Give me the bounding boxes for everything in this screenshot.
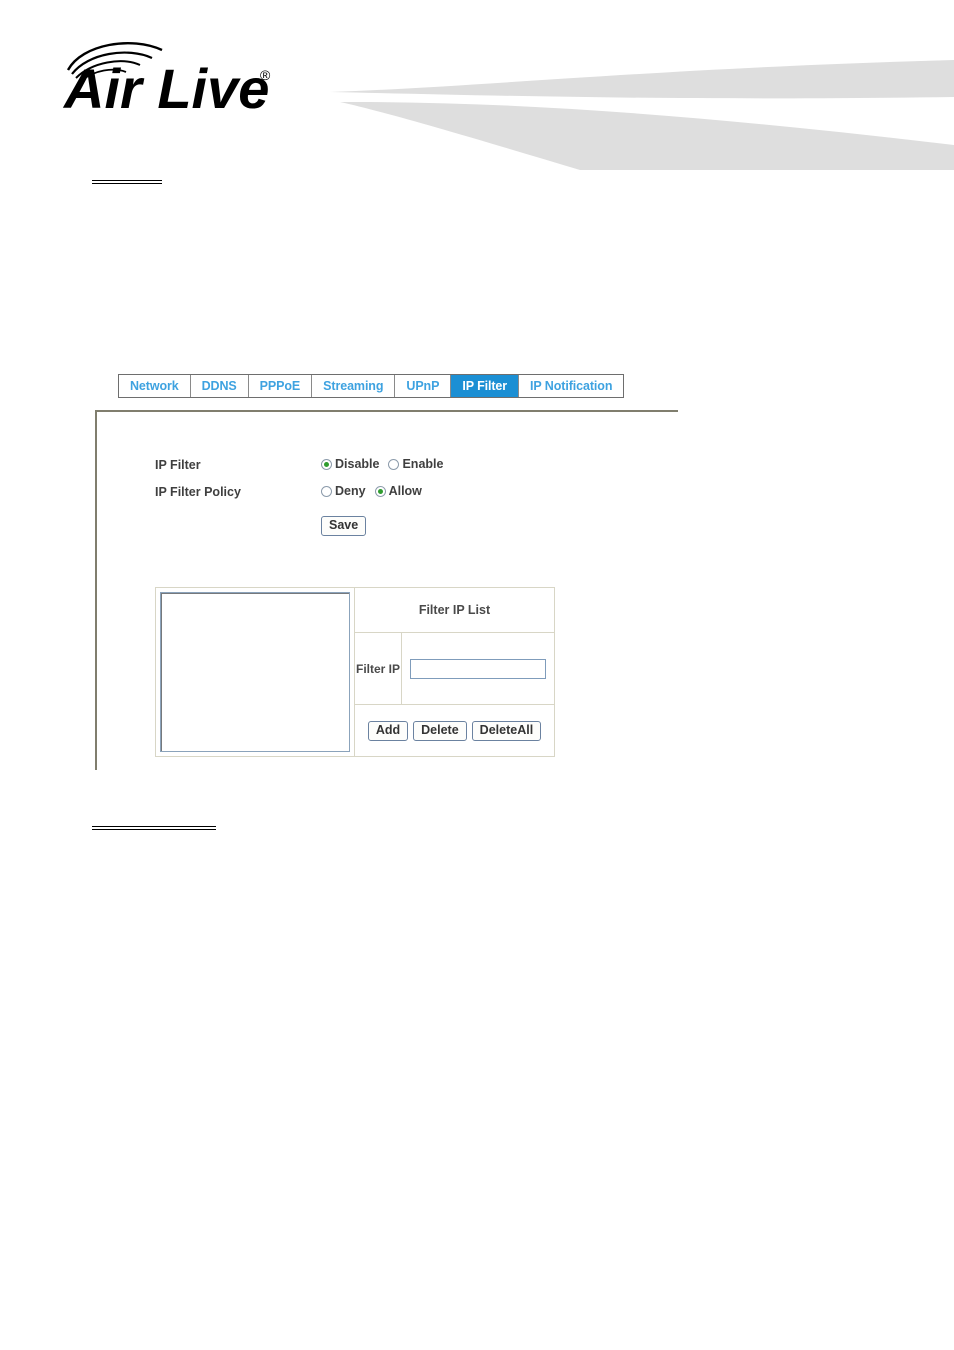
- ip-filter-option-disable[interactable]: Disable: [321, 457, 379, 471]
- filter-ip-action-buttons: Add Delete DeleteAll: [355, 705, 554, 756]
- ip-filter-policy-option-deny-label: Deny: [335, 484, 366, 498]
- section-heading-rule-bottom: [92, 826, 216, 831]
- page-header: Air Live ®: [0, 0, 954, 170]
- tab-upnp[interactable]: UPnP: [395, 375, 452, 397]
- radio-unselected-icon[interactable]: [321, 485, 332, 497]
- tab-streaming[interactable]: Streaming: [312, 375, 396, 397]
- filter-ip-field-label: Filter IP: [355, 633, 402, 704]
- ip-filter-option-enable-label: Enable: [402, 457, 444, 471]
- ip-filter-row: IP Filter Disable Enable: [155, 455, 575, 482]
- radio-unselected-icon[interactable]: [388, 458, 400, 470]
- filter-ip-listbox[interactable]: [160, 592, 350, 752]
- tab-ddns[interactable]: DDNS: [190, 375, 249, 397]
- delete-all-button[interactable]: DeleteAll: [471, 720, 542, 741]
- ip-filter-policy-label: IP Filter Policy: [155, 485, 241, 499]
- filter-ip-list-table: Filter IP List Filter IP Add Delete Dele…: [155, 587, 555, 757]
- filter-ip-field-cell: [402, 633, 554, 704]
- filter-ip-list-cell: [156, 588, 355, 756]
- ip-filter-label: IP Filter: [155, 458, 201, 472]
- add-button[interactable]: Add: [367, 720, 409, 741]
- banner-swoosh-graphic: [330, 60, 954, 170]
- tab-ip-notification[interactable]: IP Notification: [519, 375, 624, 397]
- tab-network[interactable]: Network: [119, 375, 191, 397]
- tab-pppoe[interactable]: PPPoE: [248, 375, 313, 397]
- ip-filter-policy-radio-group: Deny Allow: [321, 482, 422, 498]
- radio-selected-icon[interactable]: [374, 485, 386, 497]
- ip-filter-option-disable-label: Disable: [335, 457, 380, 471]
- filter-ip-input[interactable]: [410, 658, 546, 679]
- delete-button[interactable]: Delete: [413, 720, 467, 741]
- filter-ip-input-row: Filter IP: [355, 633, 554, 705]
- ip-filter-policy-option-allow[interactable]: Allow: [374, 484, 422, 498]
- svg-text:®: ®: [260, 67, 271, 83]
- ip-filter-radio-group: Disable Enable: [321, 455, 443, 471]
- airlive-logo: Air Live ®: [62, 42, 271, 116]
- ip-filter-settings-form: IP Filter Disable Enable IP Filter Polic…: [155, 455, 575, 536]
- ip-filter-policy-option-deny[interactable]: Deny: [321, 484, 366, 498]
- filter-ip-list-header: Filter IP List: [355, 588, 554, 633]
- filter-ip-controls-cell: Filter IP List Filter IP Add Delete Dele…: [355, 588, 554, 756]
- radio-selected-icon[interactable]: [321, 458, 332, 470]
- save-button-row: Save: [155, 509, 575, 536]
- tab-ip-filter[interactable]: IP Filter: [451, 375, 520, 397]
- section-heading-rule-top: [92, 180, 162, 185]
- ip-filter-policy-option-allow-label: Allow: [388, 484, 422, 498]
- ip-filter-policy-row: IP Filter Policy Deny Allow: [155, 482, 575, 509]
- settings-tab-bar: Network DDNS PPPoE Streaming UPnP IP Fil…: [118, 374, 625, 398]
- svg-text:Air Live: Air Live: [62, 57, 269, 116]
- save-button[interactable]: Save: [321, 516, 367, 536]
- ip-filter-option-enable[interactable]: Enable: [388, 457, 443, 471]
